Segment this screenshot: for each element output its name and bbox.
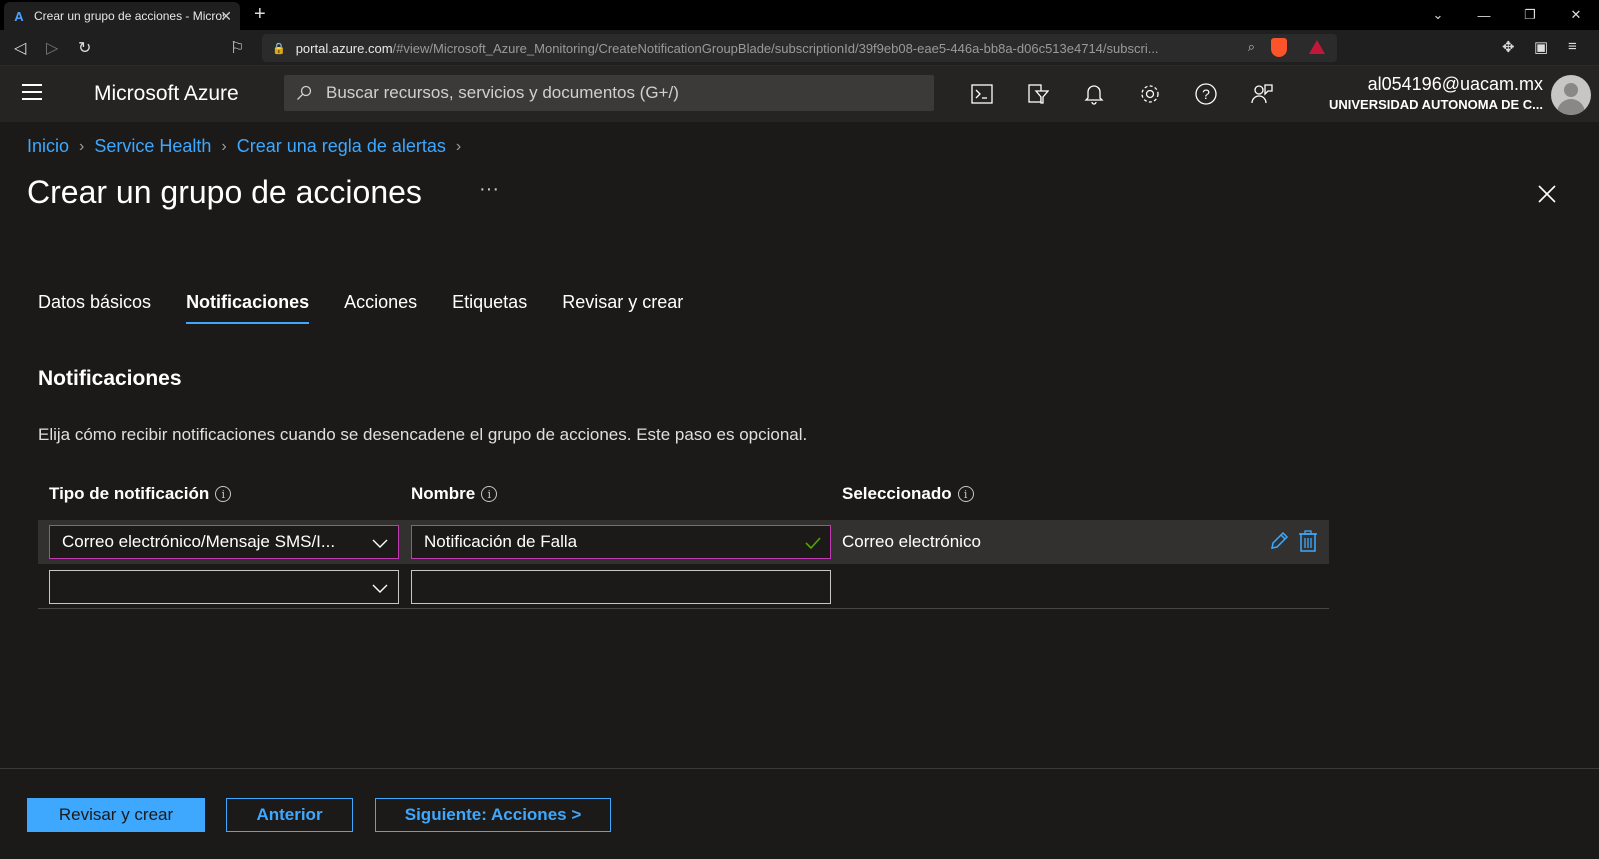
svg-text:?: ?	[1202, 86, 1210, 102]
chevron-right-icon: ›	[79, 137, 85, 155]
feedback-icon[interactable]	[1248, 80, 1276, 108]
close-icon[interactable]	[1536, 183, 1558, 205]
chevron-right-icon: ›	[221, 137, 227, 155]
tab-revisar-y-crear[interactable]: Revisar y crear	[562, 292, 683, 323]
review-create-button[interactable]: Revisar y crear	[27, 798, 205, 832]
browser-tab-bar: A Crear un grupo de acciones - Microsoft…	[0, 0, 1599, 30]
browser-tab-title: Crear un grupo de acciones - Microsoft A…	[34, 9, 224, 23]
back-icon[interactable]: ◁	[14, 38, 26, 58]
breadcrumb-service-health[interactable]: Service Health	[94, 136, 211, 157]
close-window-icon[interactable]: ✕	[1553, 0, 1599, 30]
info-icon[interactable]: i	[957, 486, 974, 502]
page-title: Crear un grupo de acciones	[27, 174, 422, 210]
wallet-icon[interactable]: ▣	[1534, 38, 1548, 56]
lock-icon: 🔒	[272, 42, 286, 55]
delete-trash-icon[interactable]	[1298, 530, 1318, 552]
new-tab-icon[interactable]: +	[254, 3, 266, 26]
zoom-icon[interactable]: ⌕	[1248, 39, 1255, 55]
notification-type-dropdown[interactable]: Correo electrónico/Mensaje SMS/I...	[49, 525, 399, 559]
url-text: portal.azure.com/#view/Microsoft_Azure_M…	[295, 40, 1159, 56]
column-header-name: Nombre i	[411, 484, 498, 504]
extensions-icon[interactable]: ✥	[1502, 38, 1515, 56]
column-header-selected: Seleccionado i	[842, 484, 974, 504]
notification-name-input-empty[interactable]	[411, 570, 831, 604]
close-tab-icon[interactable]: ✕	[220, 8, 232, 25]
restore-icon[interactable]: ❐	[1507, 0, 1553, 30]
info-icon[interactable]: i	[481, 486, 498, 502]
notification-type-dropdown-empty[interactable]	[49, 570, 399, 604]
column-header-label: Seleccionado	[842, 484, 952, 503]
settings-gear-icon[interactable]	[1136, 80, 1164, 108]
azure-logo-icon: A	[14, 8, 24, 24]
previous-button[interactable]: Anterior	[226, 798, 353, 832]
breadcrumb-inicio[interactable]: Inicio	[27, 136, 69, 157]
global-search-input[interactable]: Buscar recursos, servicios y documentos …	[284, 75, 934, 111]
window-controls: ⌄ — ❐ ✕	[1415, 0, 1599, 30]
chevron-down-icon	[372, 584, 388, 593]
account-info[interactable]: al054196@uacam.mx UNIVERSIDAD AUTONOMA D…	[1329, 74, 1543, 112]
brand-name[interactable]: Microsoft Azure	[94, 82, 239, 106]
tab-list-icon[interactable]: ⌄	[1415, 0, 1461, 30]
next-button[interactable]: Siguiente: Acciones >	[375, 798, 611, 832]
edit-pencil-icon[interactable]	[1268, 530, 1290, 552]
input-value: Notificación de Falla	[424, 532, 578, 551]
brave-rewards-icon[interactable]	[1309, 40, 1325, 54]
more-options-icon[interactable]: ···	[479, 178, 499, 201]
search-placeholder: Buscar recursos, servicios y documentos …	[326, 83, 679, 102]
account-directory: UNIVERSIDAD AUTONOMA DE C...	[1328, 97, 1543, 112]
breadcrumb-alert-rule[interactable]: Crear una regla de alertas	[237, 136, 446, 157]
reload-icon[interactable]: ↻	[78, 38, 91, 58]
help-icon[interactable]: ?	[1192, 80, 1220, 108]
section-description: Elija cómo recibir notificaciones cuando…	[38, 425, 808, 444]
info-icon[interactable]: i	[215, 486, 232, 502]
dropdown-value: Correo electrónico/Mensaje SMS/I...	[62, 532, 336, 551]
tab-datos-basicos[interactable]: Datos básicos	[38, 292, 151, 323]
section-title: Notificaciones	[38, 367, 182, 390]
selected-value: Correo electrónico	[842, 532, 981, 551]
portal-menu-icon[interactable]	[22, 84, 42, 105]
portal-header: Microsoft Azure Buscar recursos, servici…	[0, 66, 1599, 122]
notifications-bell-icon[interactable]	[1080, 80, 1108, 108]
account-email: al054196@uacam.mx	[1367, 74, 1543, 94]
chevron-right-icon: ›	[455, 137, 462, 155]
menu-icon[interactable]: ≡	[1568, 38, 1577, 55]
column-header-label: Nombre	[411, 484, 476, 503]
forward-icon[interactable]: ▷	[46, 38, 58, 58]
row-divider	[38, 608, 1329, 609]
directory-filter-icon[interactable]	[1024, 80, 1052, 108]
address-bar[interactable]: 🔒 portal.azure.com/#view/Microsoft_Azure…	[262, 34, 1337, 62]
cloud-shell-icon[interactable]	[968, 80, 996, 108]
minimize-icon[interactable]: —	[1461, 0, 1507, 30]
browser-tab[interactable]: A Crear un grupo de acciones - Microsoft…	[4, 2, 240, 30]
tab-etiquetas[interactable]: Etiquetas	[452, 292, 527, 323]
avatar[interactable]	[1551, 75, 1591, 115]
notification-name-input[interactable]: Notificación de Falla	[411, 525, 831, 559]
tab-notificaciones[interactable]: Notificaciones	[186, 292, 310, 324]
column-header-label: Tipo de notificación	[49, 484, 210, 503]
wizard-tabs: Datos básicos Notificaciones Acciones Et…	[38, 292, 718, 324]
chevron-down-icon	[372, 539, 388, 548]
tab-acciones[interactable]: Acciones	[344, 292, 417, 323]
brave-shields-icon[interactable]	[1271, 38, 1287, 57]
bookmark-icon[interactable]: ⚐	[230, 38, 244, 58]
breadcrumb: Inicio › Service Health › Crear una regl…	[27, 136, 471, 157]
browser-toolbar: ◁ ▷ ↻ ⚐ 🔒 portal.azure.com/#view/Microso…	[0, 30, 1599, 66]
wizard-footer: Revisar y crear Anterior Siguiente: Acci…	[0, 768, 1599, 859]
column-header-type: Tipo de notificación i	[49, 484, 232, 504]
check-icon	[805, 537, 821, 550]
search-icon	[297, 85, 312, 100]
